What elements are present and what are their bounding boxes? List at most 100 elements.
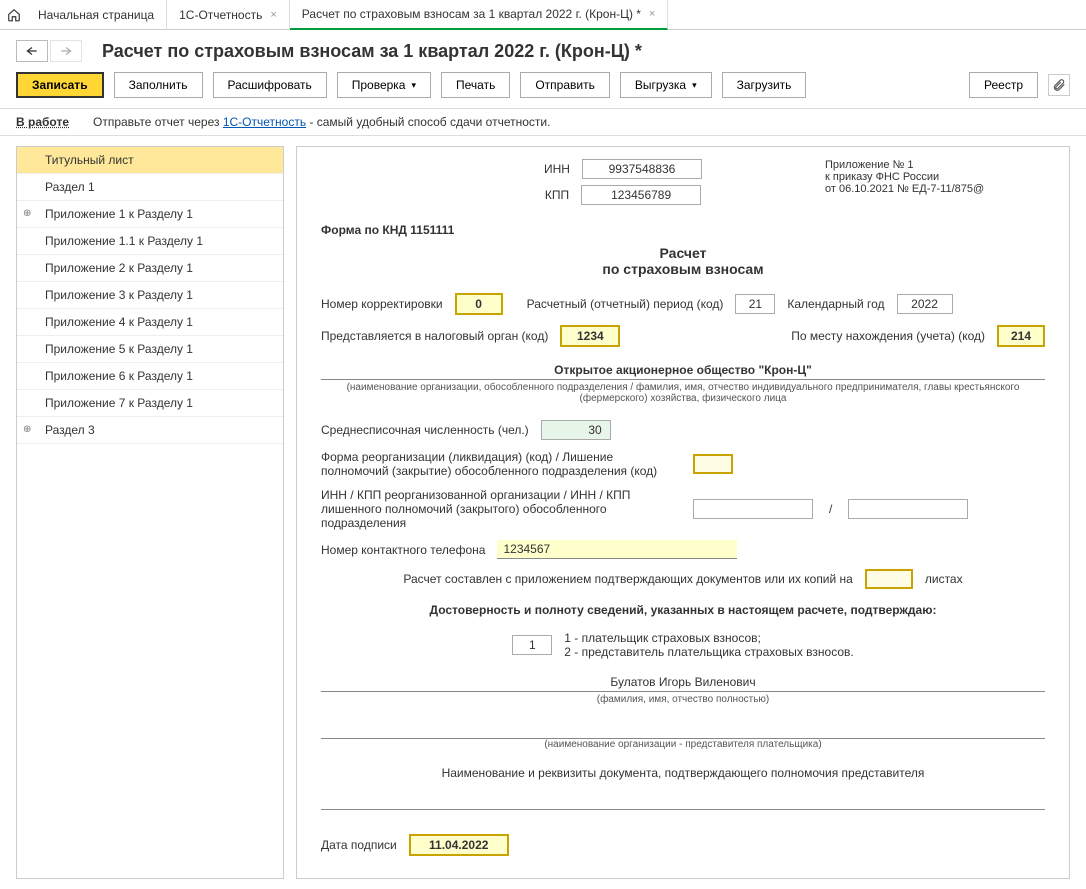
sheets-label1: Расчет составлен с приложением подтвержд… [403,572,852,586]
check-button-label: Проверка [352,78,406,92]
year-field[interactable]: 2022 [897,294,953,314]
close-icon[interactable]: × [649,8,655,20]
sidebar-item-app4[interactable]: Приложение 4 к Разделу 1 [17,309,283,336]
nav-forward-button[interactable] [50,40,82,62]
status-label[interactable]: В работе [16,115,69,129]
confirm-code-field[interactable]: 1 [512,635,552,655]
import-button[interactable]: Загрузить [722,72,807,98]
confirm-options: 1 - плательщик страховых взносов; 2 - пр… [564,631,853,659]
nav-back-button[interactable] [16,40,48,62]
sign-date-label: Дата подписи [321,838,397,852]
tab-reporting[interactable]: 1С-Отчетность × [167,0,290,30]
reorg-label: Форма реорганизации (ликвидация) (код) /… [321,450,681,478]
attachment-button[interactable] [1048,74,1070,96]
form-title-line1: Расчет [321,245,1045,261]
tab-bar: Начальная страница 1С-Отчетность × Расче… [0,0,1086,30]
reorg-kpp-field[interactable] [848,499,968,519]
repr-org-field[interactable] [321,721,1045,739]
reorg-inn-label: ИНН / КПП реорганизованной организации /… [321,488,681,530]
appendix-line: Приложение № 1 [825,159,1045,171]
period-label: Расчетный (отчетный) период (код) [527,297,724,311]
toolbar: Записать Заполнить Расшифровать Проверка… [0,68,1086,108]
decode-button[interactable]: Расшифровать [213,72,327,98]
correction-field[interactable]: 0 [455,293,503,315]
export-button[interactable]: Выгрузка ▾ [620,72,712,98]
send-button[interactable]: Отправить [520,72,610,98]
reorg-inn-field[interactable] [693,499,813,519]
sidebar-item-title-page[interactable]: Титульный лист [17,147,283,174]
sidebar-label: Раздел 3 [45,423,95,437]
fill-button[interactable]: Заполнить [114,72,203,98]
reorg-code-field[interactable] [693,454,733,474]
org-hint: (наименование организации, обособленного… [321,382,1045,404]
form-title-line2: по страховым взносам [321,261,1045,277]
tab-reporting-label: 1С-Отчетность [179,8,262,22]
sidebar-item-app5[interactable]: Приложение 5 к Разделу 1 [17,336,283,363]
home-icon [6,7,22,23]
kpp-label: КПП [545,188,569,202]
registry-button[interactable]: Реестр [969,72,1038,98]
slash-separator: / [825,502,836,516]
page-title: Расчет по страховым взносам за 1 квартал… [102,41,642,62]
org-name[interactable]: Открытое акционерное общество "Крон-Ц" [321,363,1045,380]
sidebar-item-app7[interactable]: Приложение 7 к Разделу 1 [17,390,283,417]
appendix-line: от 06.10.2021 № ЕД-7-11/875@ [825,183,1045,195]
chevron-down-icon: ▾ [692,80,697,91]
appendix-info: Приложение № 1 к приказу ФНС России от 0… [825,159,1045,195]
inn-label: ИНН [544,162,570,176]
form-title: Расчет по страховым взносам [321,245,1045,277]
close-icon[interactable]: × [270,9,276,21]
save-button[interactable]: Записать [16,72,104,98]
expand-icon[interactable]: ⊕ [23,208,31,219]
sidebar-item-app6[interactable]: Приложение 6 к Разделу 1 [17,363,283,390]
fio-field[interactable]: Булатов Игорь Виленович [321,675,1045,692]
sidebar-item-section3[interactable]: ⊕ Раздел 3 [17,417,283,444]
location-field[interactable]: 214 [997,325,1045,347]
sheets-field[interactable] [865,569,913,589]
tax-auth-field[interactable]: 1234 [560,325,620,347]
phone-field[interactable]: 1234567 [497,540,737,559]
appendix-line: к приказу ФНС России [825,171,1045,183]
sidebar: Титульный лист Раздел 1 ⊕ Приложение 1 к … [16,146,284,879]
sidebar-item-app1[interactable]: ⊕ Приложение 1 к Разделу 1 [17,201,283,228]
tab-home-label: Начальная страница [38,8,154,22]
reporting-link[interactable]: 1С-Отчетность [223,115,306,129]
info-bar: В работе Отправьте отчет через 1С-Отчетн… [0,108,1086,136]
export-button-label: Выгрузка [635,78,686,92]
check-button[interactable]: Проверка ▾ [337,72,431,98]
doc-title: Наименование и реквизиты документа, подт… [321,766,1045,780]
confirm-opt2: 2 - представитель плательщика страховых … [564,645,853,659]
print-button[interactable]: Печать [441,72,510,98]
correction-label: Номер корректировки [321,297,443,311]
doc-field[interactable] [321,792,1045,810]
info-prefix: Отправьте отчет через [93,115,223,129]
sheets-label2: листах [925,572,963,586]
chevron-down-icon: ▾ [411,80,416,91]
period-field[interactable]: 21 [735,294,775,314]
sign-date-field[interactable]: 11.04.2022 [409,834,509,856]
form-code: Форма по КНД 1151111 [321,223,1045,237]
sidebar-item-app3[interactable]: Приложение 3 к Разделу 1 [17,282,283,309]
avg-count-field[interactable]: 30 [541,420,611,440]
form-area: ИНН 9937548836 КПП 123456789 Приложение … [296,146,1070,879]
page-header: Расчет по страховым взносам за 1 квартал… [0,30,1086,68]
year-label: Календарный год [787,297,884,311]
confirm-opt1: 1 - плательщик страховых взносов; [564,631,853,645]
location-label: По месту нахождения (учета) (код) [791,329,985,343]
sidebar-label: Приложение 1 к Разделу 1 [45,207,193,221]
confirm-title: Достоверность и полноту сведений, указан… [321,603,1045,617]
phone-label: Номер контактного телефона [321,543,485,557]
fio-hint: (фамилия, имя, отчество полностью) [321,694,1045,705]
expand-icon[interactable]: ⊕ [23,424,31,435]
avg-count-label: Среднесписочная численность (чел.) [321,423,529,437]
sidebar-item-section1[interactable]: Раздел 1 [17,174,283,201]
sidebar-item-app2[interactable]: Приложение 2 к Разделу 1 [17,255,283,282]
tab-calculation[interactable]: Расчет по страховым взносам за 1 квартал… [290,0,669,30]
repr-org-hint: (наименование организации - представител… [321,739,1045,750]
inn-field[interactable]: 9937548836 [582,159,702,179]
tab-home[interactable]: Начальная страница [26,0,167,30]
info-suffix: - самый удобный способ сдачи отчетности. [306,115,550,129]
info-text: Отправьте отчет через 1С-Отчетность - са… [93,115,550,129]
sidebar-item-app1-1[interactable]: Приложение 1.1 к Разделу 1 [17,228,283,255]
kpp-field[interactable]: 123456789 [581,185,701,205]
